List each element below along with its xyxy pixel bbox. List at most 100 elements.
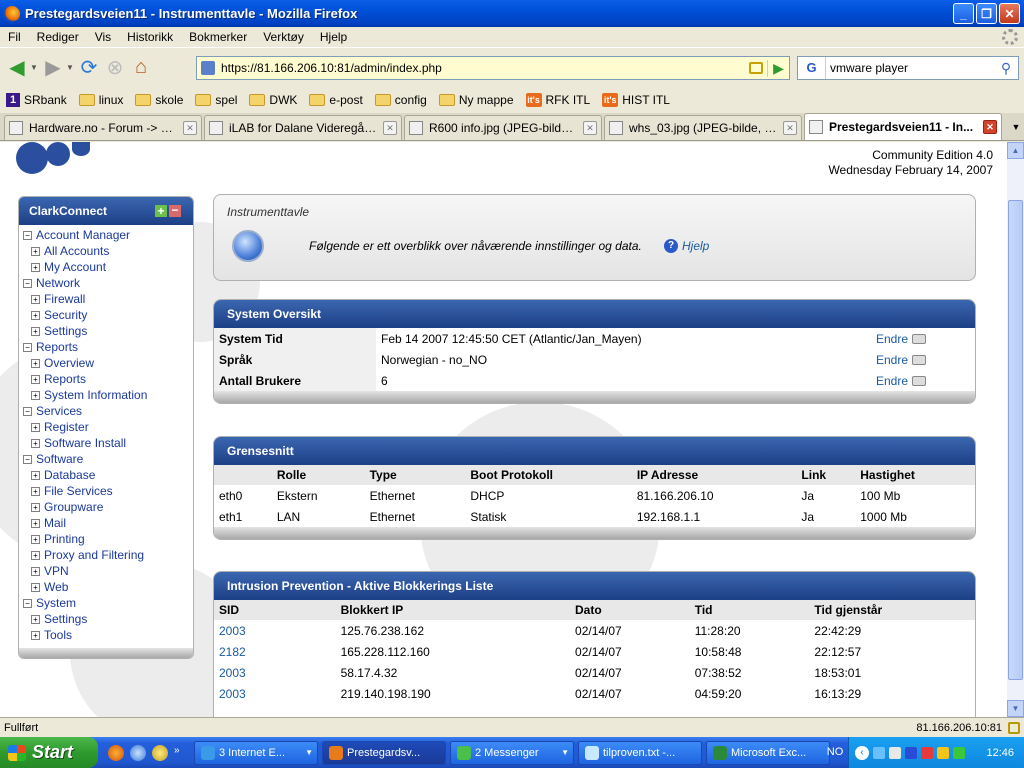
sidebar-item-printing[interactable]: + Printing (23, 531, 193, 547)
expand-icon[interactable]: + (31, 374, 40, 384)
menu-edit[interactable]: Rediger (29, 30, 87, 44)
tray-app-icon[interactable] (937, 746, 949, 759)
reload-icon[interactable]: ⟳ (76, 55, 102, 81)
task-notepad[interactable]: tilproven.txt -... (578, 740, 702, 765)
network-icon[interactable] (873, 746, 885, 759)
bookmark-hist-itl[interactable]: it's HIST ITL (602, 93, 670, 107)
sid-link[interactable]: 2003 (219, 624, 246, 638)
firefox-icon[interactable] (108, 744, 124, 761)
collapse-icon[interactable]: − (23, 598, 32, 608)
task-excel[interactable]: Microsoft Exc... (706, 740, 830, 765)
back-history-dropdown-icon[interactable]: ▼ (30, 63, 40, 72)
expand-icon[interactable]: + (31, 262, 40, 272)
sidebar-item-mail[interactable]: + Mail (23, 515, 193, 531)
forward-history-dropdown-icon[interactable]: ▼ (66, 63, 76, 72)
search-icon[interactable]: ⚲ (994, 60, 1018, 77)
tab-close-icon[interactable]: ✕ (183, 121, 197, 135)
search-engine-icon[interactable]: G (798, 57, 826, 79)
sidebar-item-file-services[interactable]: + File Services (23, 483, 193, 499)
expand-icon[interactable]: + (31, 502, 40, 512)
sidebar-item-reports[interactable]: + Reports (23, 371, 193, 387)
sidebar-item-tools[interactable]: + Tools (23, 627, 193, 643)
bookmark-folder-spel[interactable]: spel (195, 93, 237, 107)
expand-icon[interactable]: + (31, 582, 40, 592)
collapse-icon[interactable]: − (23, 230, 32, 240)
sidebar-item-overview[interactable]: + Overview (23, 355, 193, 371)
tab-hardware-forum[interactable]: Hardware.no - Forum -> Be... ✕ (4, 115, 202, 140)
scroll-thumb[interactable] (1008, 200, 1023, 680)
scroll-down-icon[interactable]: ▼ (1007, 700, 1024, 717)
sidebar-item-all-accounts[interactable]: + All Accounts (23, 243, 193, 259)
sidebar-item-account-manager[interactable]: − Account Manager (23, 227, 193, 243)
collapse-all-icon[interactable]: − (169, 204, 181, 217)
url-text[interactable]: https://81.166.206.10:81/admin/index.php (221, 61, 749, 75)
sid-link[interactable]: 2182 (219, 645, 246, 659)
task-internet-explorer[interactable]: 3 Internet E... ▼ (194, 740, 318, 765)
task-messenger[interactable]: 2 Messenger ▼ (450, 740, 574, 765)
search-input[interactable] (826, 61, 994, 75)
expand-icon[interactable]: + (31, 390, 40, 400)
tab-close-icon[interactable]: ✕ (583, 121, 597, 135)
sidebar-item-settings[interactable]: + Settings (23, 611, 193, 627)
sid-link[interactable]: 2003 (219, 687, 246, 701)
expand-icon[interactable]: + (31, 518, 40, 528)
bookmark-rfk-itl[interactable]: it's RFK ITL (525, 93, 590, 107)
edit-link[interactable]: Endre (876, 353, 927, 367)
volume-icon[interactable] (889, 746, 901, 759)
forward-icon[interactable]: ▶ (40, 55, 66, 81)
expand-icon[interactable]: + (31, 294, 40, 304)
expand-icon[interactable]: + (31, 486, 40, 496)
tab-r600-info[interactable]: R600 info.jpg (JPEG-bilde, ... ✕ (404, 115, 602, 140)
tray-expand-icon[interactable]: ‹ (855, 745, 869, 760)
expand-icon[interactable]: + (31, 438, 40, 448)
bookmark-folder-ny-mappe[interactable]: Ny mappe (438, 93, 514, 107)
collapse-icon[interactable]: − (23, 342, 32, 352)
sidebar-item-network[interactable]: − Network (23, 275, 193, 291)
sidebar-item-register[interactable]: + Register (23, 419, 193, 435)
collapse-icon[interactable]: − (23, 278, 32, 288)
sidebar-item-groupware[interactable]: + Groupware (23, 499, 193, 515)
sidebar-item-system-information[interactable]: + System Information (23, 387, 193, 403)
menu-tools[interactable]: Verktøy (255, 30, 312, 44)
tab-prestegardsveien[interactable]: Prestegardsveien11 - In... ✕ (804, 113, 1002, 140)
tab-ilab[interactable]: iLAB for Dalane Videregåen... ✕ (204, 115, 402, 140)
tab-close-icon[interactable]: ✕ (783, 121, 797, 135)
expand-icon[interactable]: + (31, 326, 40, 336)
back-icon[interactable]: ◀ (4, 55, 30, 81)
expand-icon[interactable]: + (31, 566, 40, 576)
sidebar-item-vpn[interactable]: + VPN (23, 563, 193, 579)
collapse-icon[interactable]: − (23, 454, 32, 464)
tab-whs03[interactable]: whs_03.jpg (JPEG-bilde, 10... ✕ (604, 115, 802, 140)
close-button[interactable]: ✕ (999, 3, 1020, 24)
expand-all-icon[interactable]: + (155, 205, 167, 217)
sidebar-item-proxy-and-filtering[interactable]: + Proxy and Filtering (23, 547, 193, 563)
sidebar-item-firewall[interactable]: + Firewall (23, 291, 193, 307)
bookmark-folder-dwk[interactable]: DWK (249, 93, 297, 107)
menu-help[interactable]: Hjelp (312, 30, 355, 44)
language-indicator[interactable]: NO (822, 737, 848, 768)
menu-history[interactable]: Historikk (119, 30, 181, 44)
messenger-icon[interactable] (152, 744, 168, 761)
expand-icon[interactable]: + (31, 550, 40, 560)
sidebar-item-software[interactable]: − Software (23, 451, 193, 467)
bookmark-srbank[interactable]: 1 SRbank (0, 93, 67, 107)
minimize-button[interactable]: _ (953, 3, 974, 24)
sidebar-item-web[interactable]: + Web (23, 579, 193, 595)
expand-icon[interactable]: + (31, 470, 40, 480)
page-scrollbar[interactable]: ▲ ▼ (1007, 142, 1024, 717)
stop-icon[interactable]: ⊗ (102, 55, 128, 81)
sidebar-item-system[interactable]: − System (23, 595, 193, 611)
expand-icon[interactable]: + (31, 422, 40, 432)
tray-app-icon[interactable] (953, 746, 965, 759)
go-icon[interactable]: ▶ (767, 59, 789, 77)
url-bar[interactable]: https://81.166.206.10:81/admin/index.php… (196, 56, 790, 80)
edit-link[interactable]: Endre (876, 332, 927, 346)
expand-icon[interactable]: + (31, 246, 40, 256)
bookmark-folder-config[interactable]: config (374, 93, 427, 107)
expand-icon[interactable]: + (31, 358, 40, 368)
help-link[interactable]: ? Hjelp (664, 239, 709, 253)
expand-icon[interactable]: + (31, 534, 40, 544)
sid-link[interactable]: 2003 (219, 666, 246, 680)
lock-icon[interactable] (1008, 721, 1020, 734)
lock-icon[interactable] (749, 62, 763, 74)
